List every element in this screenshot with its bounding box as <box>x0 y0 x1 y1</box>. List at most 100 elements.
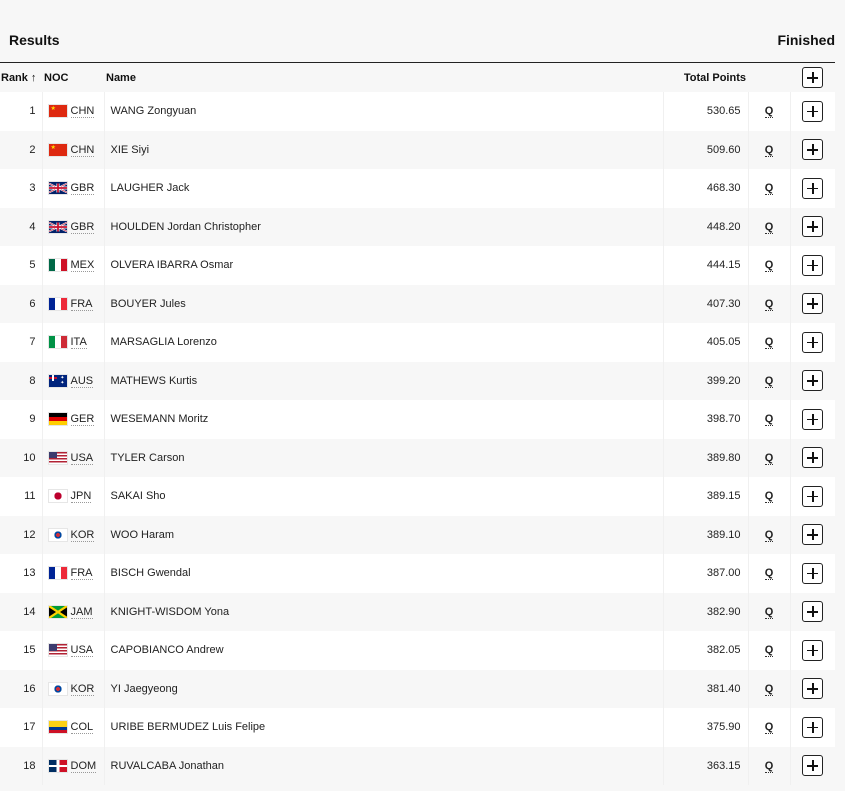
expand-row-button[interactable] <box>802 370 824 392</box>
noc-code[interactable]: USA <box>70 644 94 658</box>
noc-label: NOC <box>44 71 69 84</box>
qualified-badge[interactable]: Q <box>764 297 774 311</box>
qualified-badge[interactable]: Q <box>764 451 774 465</box>
expand-row-button[interactable] <box>802 100 824 122</box>
qualification-cell: Q <box>747 515 790 554</box>
qualified-badge[interactable]: Q <box>764 759 774 773</box>
noc-code[interactable]: FRA <box>70 297 93 311</box>
athlete-name[interactable]: URIBE BERMUDEZ Luis Felipe <box>103 708 663 747</box>
noc-code[interactable]: DOM <box>70 759 97 773</box>
table-row: 7 ITA MARSAGLIA Lorenzo 405.05 Q <box>0 323 835 362</box>
qualification-cell: Q <box>747 323 790 362</box>
athlete-name[interactable]: BOUYER Jules <box>103 284 663 323</box>
results-table: Rank ↑ NOC Name Total Points 1 ★ CHN WANG … <box>0 63 835 785</box>
expand-row-button[interactable] <box>802 562 824 584</box>
athlete-name[interactable]: YI Jaegyeong <box>103 669 663 708</box>
expand-row-button[interactable] <box>802 678 824 700</box>
rank-cell: 12 <box>0 515 42 554</box>
athlete-name[interactable]: XIE Siyi <box>103 130 663 169</box>
qualified-badge[interactable]: Q <box>764 182 774 196</box>
noc-code[interactable]: GER <box>70 413 95 427</box>
qualified-badge[interactable]: Q <box>764 490 774 504</box>
athlete-name[interactable]: KNIGHT-WISDOM Yona <box>103 592 663 631</box>
athlete-name[interactable]: BISCH Gwendal <box>103 554 663 593</box>
noc-code[interactable]: JPN <box>70 490 92 504</box>
expand-row-button[interactable] <box>802 524 824 546</box>
qualified-badge[interactable]: Q <box>764 259 774 273</box>
expand-row-button[interactable] <box>802 408 824 430</box>
australia-flag-icon: ✦ ✦ <box>48 374 67 387</box>
expand-all-button[interactable] <box>802 67 823 88</box>
qualified-badge[interactable]: Q <box>764 721 774 735</box>
qualified-badge[interactable]: Q <box>764 220 774 234</box>
noc-code[interactable]: FRA <box>70 567 93 581</box>
qualified-badge[interactable]: Q <box>764 605 774 619</box>
column-header-rank[interactable]: Rank ↑ <box>0 63 42 92</box>
qualification-cell: Q <box>747 438 790 477</box>
athlete-name[interactable]: RUVALCABA Jonathan <box>103 746 663 785</box>
qualified-badge[interactable]: Q <box>764 413 774 427</box>
table-header-row: Rank ↑ NOC Name Total Points <box>0 63 835 92</box>
athlete-name[interactable]: TYLER Carson <box>103 438 663 477</box>
expand-row-button[interactable] <box>802 716 824 738</box>
athlete-name[interactable]: WANG Zongyuan <box>103 92 663 131</box>
qualified-badge[interactable]: Q <box>764 374 774 388</box>
expand-row-button[interactable] <box>802 639 824 661</box>
athlete-name[interactable]: WESEMANN Moritz <box>103 400 663 439</box>
noc-cell: MEX <box>41 246 104 285</box>
total-points-cell: 363.15 <box>662 746 748 785</box>
qualification-cell: Q <box>747 631 790 670</box>
athlete-name[interactable]: SAKAI Sho <box>103 477 663 516</box>
qualified-badge[interactable]: Q <box>764 682 774 696</box>
expand-row-button[interactable] <box>802 254 824 276</box>
rank-cell: 15 <box>0 631 42 670</box>
athlete-name[interactable]: OLVERA IBARRA Osmar <box>103 246 663 285</box>
expand-row-button[interactable] <box>802 485 824 507</box>
expand-row-button[interactable] <box>802 601 824 623</box>
noc-code[interactable]: USA <box>70 451 94 465</box>
noc-code[interactable]: AUS <box>70 374 94 388</box>
qualified-badge[interactable]: Q <box>764 567 774 581</box>
expand-row-button[interactable] <box>802 331 824 353</box>
korea-flag-icon <box>48 682 67 695</box>
table-row: 6 FRA BOUYER Jules 407.30 Q <box>0 284 835 323</box>
athlete-name[interactable]: MATHEWS Kurtis <box>103 361 663 400</box>
noc-code[interactable]: KOR <box>70 528 95 542</box>
column-header-noc[interactable]: NOC <box>42 63 104 92</box>
noc-code[interactable]: ITA <box>70 336 87 350</box>
uk-flag-icon <box>48 220 67 233</box>
expand-row-button[interactable] <box>802 139 824 161</box>
qualification-cell: Q <box>747 746 790 785</box>
noc-code[interactable]: CHN <box>70 143 95 157</box>
expand-row-button[interactable] <box>802 755 824 777</box>
noc-code[interactable]: JAM <box>70 605 93 619</box>
qualified-badge[interactable]: Q <box>764 143 774 157</box>
noc-code[interactable]: KOR <box>70 682 95 696</box>
noc-code[interactable]: MEX <box>70 259 95 273</box>
qualified-badge[interactable]: Q <box>764 644 774 658</box>
column-header-name[interactable]: Name <box>104 63 663 92</box>
noc-code[interactable]: GBR <box>70 182 95 196</box>
rank-cell: 5 <box>0 246 42 285</box>
expand-row-button[interactable] <box>802 447 824 469</box>
athlete-name[interactable]: HOULDEN Jordan Christopher <box>103 207 663 246</box>
qualified-badge[interactable]: Q <box>764 528 774 542</box>
column-header-total-points[interactable]: Total Points <box>663 63 748 92</box>
noc-code[interactable]: COL <box>70 721 94 735</box>
athlete-name[interactable]: MARSAGLIA Lorenzo <box>103 323 663 362</box>
sort-ascending-icon: ↑ <box>30 71 37 84</box>
athlete-name[interactable]: LAUGHER Jack <box>103 169 663 208</box>
noc-code[interactable]: GBR <box>70 220 95 234</box>
expand-row-button[interactable] <box>802 293 824 315</box>
noc-code[interactable]: CHN <box>70 105 95 119</box>
qualified-badge[interactable]: Q <box>764 336 774 350</box>
qualified-badge[interactable]: Q <box>764 105 774 119</box>
table-row: 2 ★ CHN XIE Siyi 509.60 Q <box>0 130 835 169</box>
expand-row-button[interactable] <box>802 216 824 238</box>
athlete-name[interactable]: WOO Haram <box>103 515 663 554</box>
athlete-name[interactable]: CAPOBIANCO Andrew <box>103 631 663 670</box>
expand-cell <box>789 284 835 323</box>
total-points-cell: 398.70 <box>662 400 748 439</box>
expand-row-button[interactable] <box>802 177 824 199</box>
rank-cell: 1 <box>0 92 42 131</box>
